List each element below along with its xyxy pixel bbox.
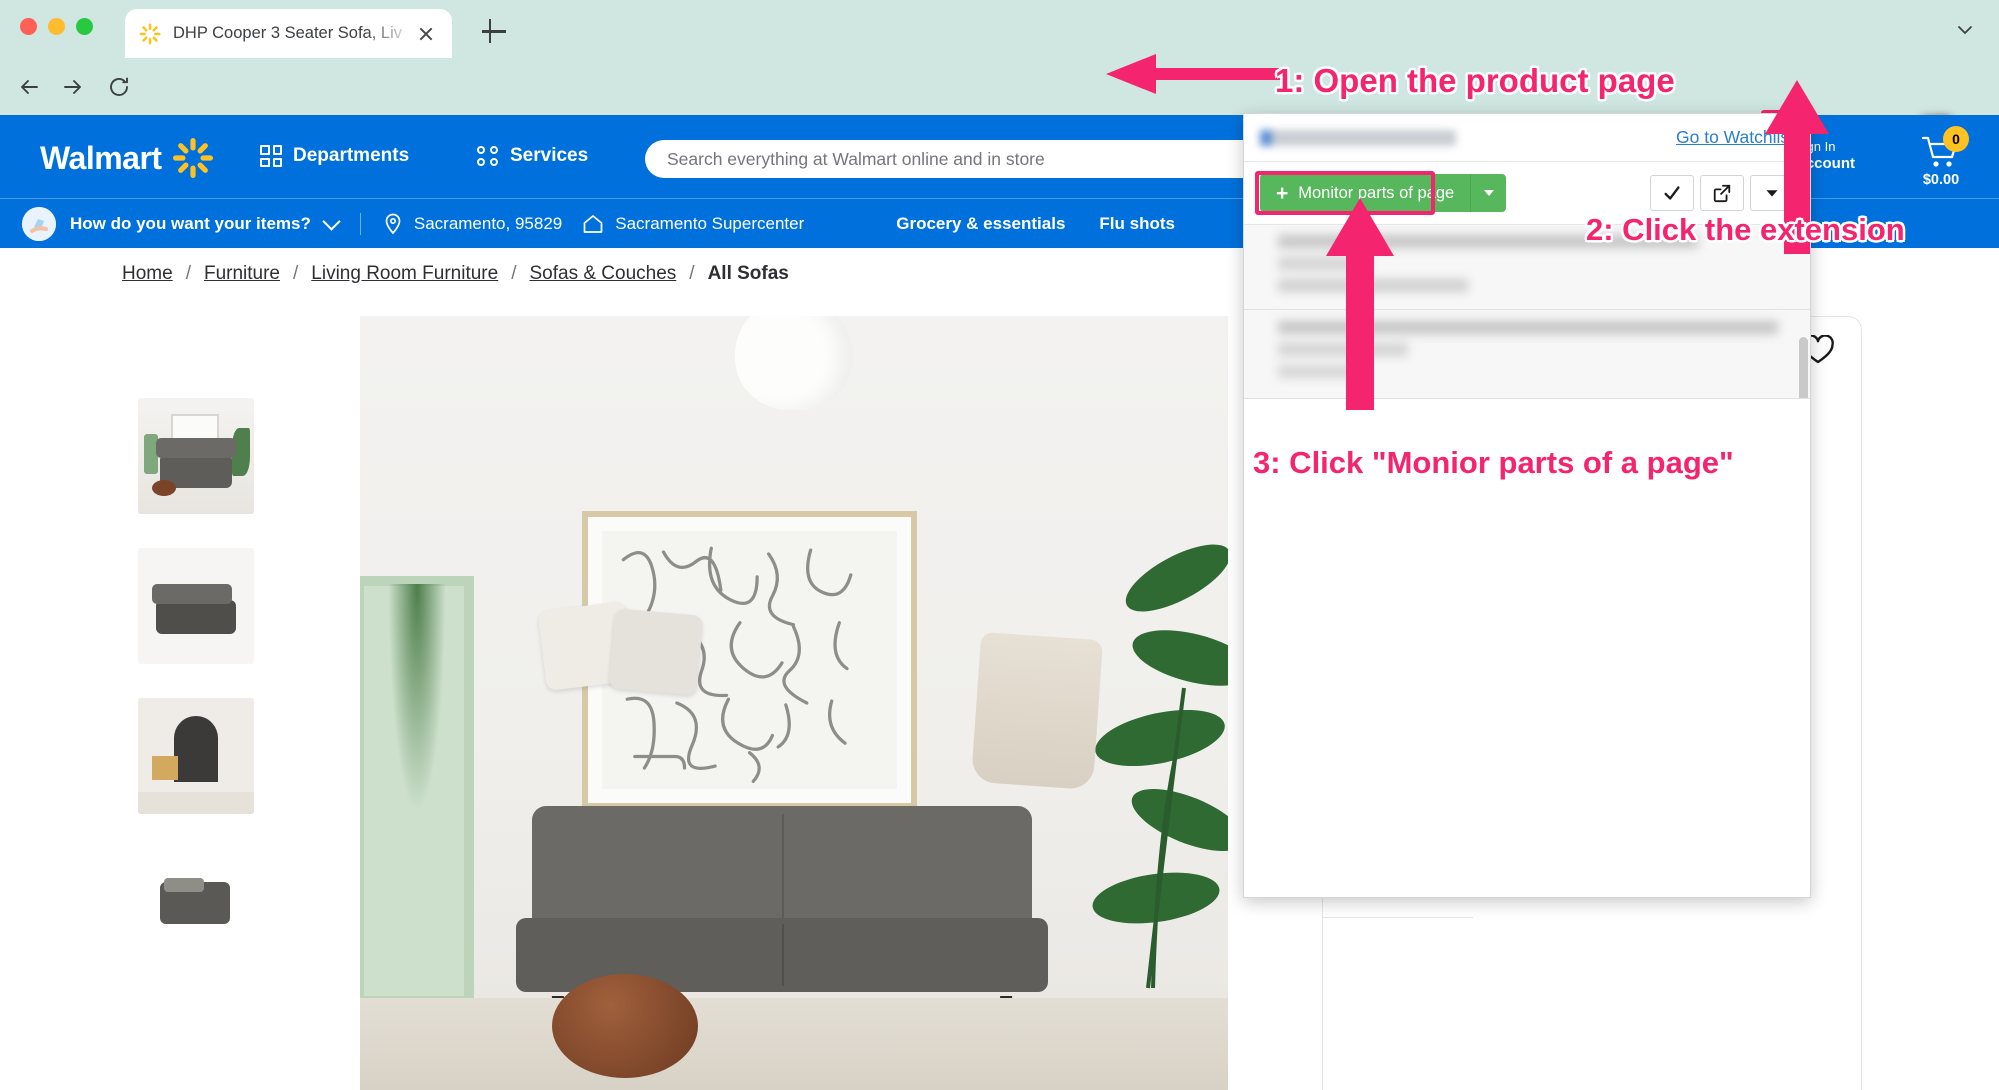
breadcrumb-item-all-sofas: All Sofas <box>707 263 789 284</box>
walmart-logo[interactable]: Walmart <box>40 137 214 179</box>
leather-pouf <box>552 974 698 1078</box>
thumbnail-1-living-room[interactable] <box>138 398 254 514</box>
hanging-plant <box>388 584 446 814</box>
nav-departments[interactable]: Departments <box>260 145 409 167</box>
maximize-window-button[interactable] <box>76 18 93 35</box>
cart-amount: $0.00 <box>1922 172 1960 188</box>
divider <box>359 212 361 235</box>
store-home-icon <box>582 214 604 234</box>
subnav-location[interactable]: Sacramento, 95829 <box>414 214 562 234</box>
cart-icon: 0 <box>1921 126 1969 169</box>
check-all-button[interactable] <box>1650 175 1694 211</box>
subnav-link-flu-shots[interactable]: Flu shots <box>1099 214 1175 234</box>
breadcrumb-item-sofas-couches[interactable]: Sofas & Couches <box>529 263 676 285</box>
grid-icon <box>260 145 282 167</box>
nav-services[interactable]: Services <box>477 145 588 167</box>
breadcrumb-separator: / <box>293 263 299 284</box>
popup-header: Go to Watchlist <box>1244 114 1810 162</box>
plus-icon: + <box>1276 181 1289 205</box>
more-options-button[interactable] <box>1750 175 1794 211</box>
tab-close-icon[interactable] <box>414 22 438 46</box>
minimize-window-button[interactable] <box>48 18 65 35</box>
pendant-lamp <box>735 316 853 410</box>
tab-title: DHP Cooper 3 Seater Sofa, Liv <box>173 24 402 42</box>
nav-services-label: Services <box>510 145 589 166</box>
breadcrumb-item-home[interactable]: Home <box>122 263 173 285</box>
subnav-link-grocery[interactable]: Grocery & essentials <box>896 214 1065 234</box>
chevron-down-icon[interactable] <box>322 211 341 231</box>
thumbnail-4-sofa-back[interactable] <box>138 848 254 964</box>
tab-strip: DHP Cooper 3 Seater Sofa, Liv <box>0 0 1999 58</box>
nav-departments-label: Departments <box>293 145 410 166</box>
browser-toolbar: walmart.com/ip/DHP-Cooper-3-Seater-Sofa-… <box>0 58 1999 165</box>
annotation-step-3: 3: Click "Monior parts of a page" <box>1253 445 1734 480</box>
subnav-store[interactable]: Sacramento Supercenter <box>615 214 804 234</box>
divider <box>1323 917 1473 918</box>
monitor-parts-of-page-button[interactable]: + Monitor parts of page <box>1260 174 1471 212</box>
back-icon[interactable] <box>12 70 46 104</box>
new-tab-button[interactable] <box>478 15 510 47</box>
thumbnail-2-sofa-front[interactable] <box>138 548 254 664</box>
breadcrumb-separator: / <box>511 263 517 284</box>
thumbnail-3-doorway-delivery[interactable] <box>138 698 254 814</box>
window-traffic-lights <box>20 18 93 35</box>
dots-grid-icon <box>477 145 499 167</box>
cart-button[interactable]: 0 $0.00 <box>1905 126 1977 188</box>
popup-action-buttons <box>1650 175 1794 211</box>
close-window-button[interactable] <box>20 18 37 35</box>
go-to-watchlist-link[interactable]: Go to Watchlist <box>1676 127 1794 148</box>
floor <box>360 998 1228 1090</box>
walmart-spark-favicon <box>139 23 161 45</box>
cart-count-badge: 0 <box>1943 126 1969 152</box>
breadcrumb: Home / Furniture / Living Room Furniture… <box>122 263 789 285</box>
monitor-parts-of-page-label: Monitor parts of page <box>1298 183 1455 202</box>
popup-watchlist-rows[interactable] <box>1244 224 1810 399</box>
throw-blanket <box>970 631 1104 791</box>
breadcrumb-item-living-room-furniture[interactable]: Living Room Furniture <box>311 263 498 285</box>
open-external-button[interactable] <box>1700 175 1744 211</box>
fulfillment-icon <box>22 206 56 241</box>
fulfillment-label[interactable]: How do you want your items? <box>70 214 311 234</box>
reload-icon[interactable] <box>102 70 136 104</box>
search-placeholder: Search everything at Walmart online and … <box>667 148 1045 169</box>
popup-scrollbar[interactable] <box>1799 337 1808 398</box>
breadcrumb-separator: / <box>689 263 695 284</box>
product-hero-image[interactable] <box>360 316 1228 1090</box>
browser-tab-active[interactable]: DHP Cooper 3 Seater Sofa, Liv <box>125 9 452 58</box>
annotation-step-2: 2: Click the extension <box>1586 212 1905 247</box>
browser-chrome: DHP Cooper 3 Seater Sofa, Liv <box>0 0 1999 165</box>
walmart-spark-icon <box>172 137 214 179</box>
walmart-logo-text: Walmart <box>40 139 162 176</box>
throw-pillow <box>608 608 704 696</box>
popup-account-name-blurred <box>1260 129 1456 146</box>
thumbnail-rail <box>138 398 254 998</box>
breadcrumb-item-furniture[interactable]: Furniture <box>204 263 280 285</box>
chevron-down-icon[interactable] <box>1955 20 1975 40</box>
breadcrumb-separator: / <box>185 263 191 284</box>
location-pin-icon <box>383 213 403 235</box>
monitor-dropdown-button[interactable] <box>1470 174 1507 212</box>
annotation-step-1: 1: Open the product page <box>1275 62 1675 99</box>
forward-icon[interactable] <box>56 70 90 104</box>
